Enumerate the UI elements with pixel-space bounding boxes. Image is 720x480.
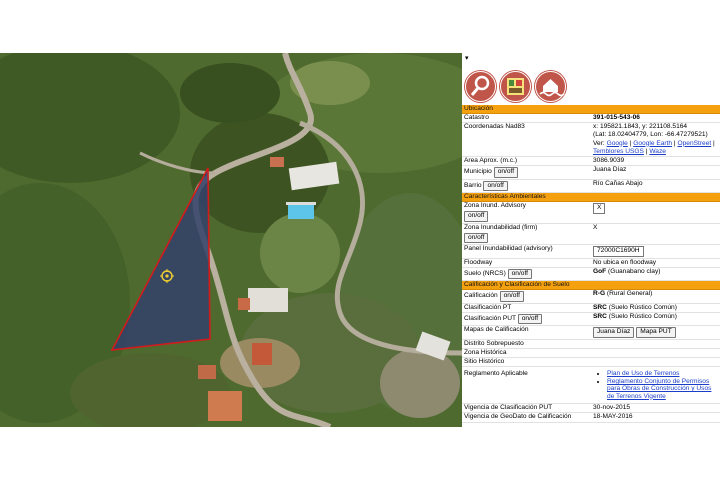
link-reglamento-conjunto[interactable]: Reglamento Conjunto de Permisos para Obr… [607,378,711,400]
zona-historica-label: Zona Histórica [462,348,591,359]
distrito-label: Distrito Sobrepuesto [462,339,591,350]
mapa-juana-diaz-button[interactable]: Juana Díaz [593,327,635,338]
suelo-value: (Guanabano clay) [606,268,661,276]
calif-toggle-button[interactable]: on/off [499,291,524,302]
catastro-value: 391-015-543-06 [593,114,640,121]
parcel-info-table: Ubicación Catastro 391-015-543-06 Coorde… [462,105,720,423]
link-plan-uso-terrenos[interactable]: Plan de Uso de Terrenos [607,370,679,377]
area-label: Area Aprox. (m.c.) [462,156,591,167]
zona-historica-value [591,348,720,359]
advisory-label: Zona Inund. Advisory [464,202,526,210]
calif-code: R-G [593,290,606,298]
satellite-imagery[interactable] [0,53,462,427]
mapa-put-button[interactable]: Mapa PUT [636,327,676,338]
firm-label: Zona Inundabilidad (firm) [464,223,538,231]
link-temblores-usgs[interactable]: Temblores USGS [593,148,644,155]
clas-pt-code: SRC [593,303,607,311]
barrio-label: Barrio [464,181,482,189]
crim-logo-icon[interactable] [499,70,532,103]
flood-logo-icon[interactable] [534,70,567,103]
sitio-historico-label: Sitio Histórico [462,357,591,368]
barrio-toggle-button[interactable]: on/off [483,180,508,192]
aerial-map[interactable] [0,53,462,427]
gis-logo-icon[interactable] [464,70,497,103]
clas-put-toggle-button[interactable]: on/off [517,314,543,325]
distrito-value [591,339,720,350]
parcel-info-panel: ▾ Ubicación Catastro 391-015-543-06 Coor… [462,53,720,427]
vig-geo-value: 18-MAY-2016 [591,412,720,423]
municipio-label: Municipio [464,168,492,176]
coordenadas-latlon: (Lat: 18.02404779, Lon: -66.47279521) [593,131,708,139]
advisory-value[interactable]: X [593,203,606,214]
coordenadas-label: Coordenadas Nad83 [462,122,591,158]
floodway-label: Floodway [462,258,591,269]
coordenadas-xy: x: 195821.1843, y: 221108.5164 [593,123,688,131]
panel-inund-value[interactable]: 72000C1690H [593,246,644,257]
firm-toggle-button[interactable]: on/off [464,232,489,244]
suelo-toggle-button[interactable]: on/off [507,269,533,280]
calif-value: (Rural General) [605,290,653,298]
clas-put-value: (Suelo Rústico Común) [606,313,677,321]
link-openstreet[interactable]: OpenStreet [677,140,711,147]
logo-bar [462,70,720,108]
panel-inund-label: Panel Inundabilidad (advisory) [462,244,591,259]
sitio-historico-value [591,357,720,368]
calif-label: Calificación [464,292,498,300]
clas-pt-value: (Suelo Rústico Común) [606,303,677,311]
area-value: 3086.9039 [591,156,720,167]
section-ubicacion: Ubicación [462,105,720,114]
mapas-label: Mapas de Calificación [462,325,591,340]
vig-clas-value: 30-nov-2015 [591,403,720,414]
reglamento-label: Reglamento Aplicable [462,366,591,405]
vig-clas-label: Vigencia de Clasificación PUT [462,403,591,414]
municipio-toggle-button[interactable]: on/off [493,167,519,178]
clas-pt-label: Clasificación PT [462,303,591,314]
dropdown-arrow-icon[interactable]: ▾ [465,54,469,62]
firm-value: X [591,223,720,246]
municipio-value: Juana Díaz [591,165,720,180]
barrio-value: Río Cañas Abajo [591,179,720,194]
link-google-earth[interactable]: Google Earth [633,140,672,147]
section-ambientales: Características Ambientales [462,192,720,203]
link-google[interactable]: Google [607,140,628,147]
clas-put-code: SRC [593,313,607,321]
ver-label: Ver: [593,139,605,147]
clas-put-label: Clasificación PUT [464,315,516,323]
suelo-label: Suelo (NRCS) [464,270,506,278]
suelo-code: GoF [593,268,607,276]
advisory-toggle-button[interactable]: on/off [464,211,489,222]
floodway-value: No ubica en floodway [591,258,720,269]
section-calificacion: Calificación y Clasificación de Suelo [462,280,720,291]
link-waze[interactable]: Waze [649,148,666,155]
vig-geo-label: Vigencia de GeoDato de Calificación [462,412,591,423]
catastro-label: Catastro [462,113,591,124]
